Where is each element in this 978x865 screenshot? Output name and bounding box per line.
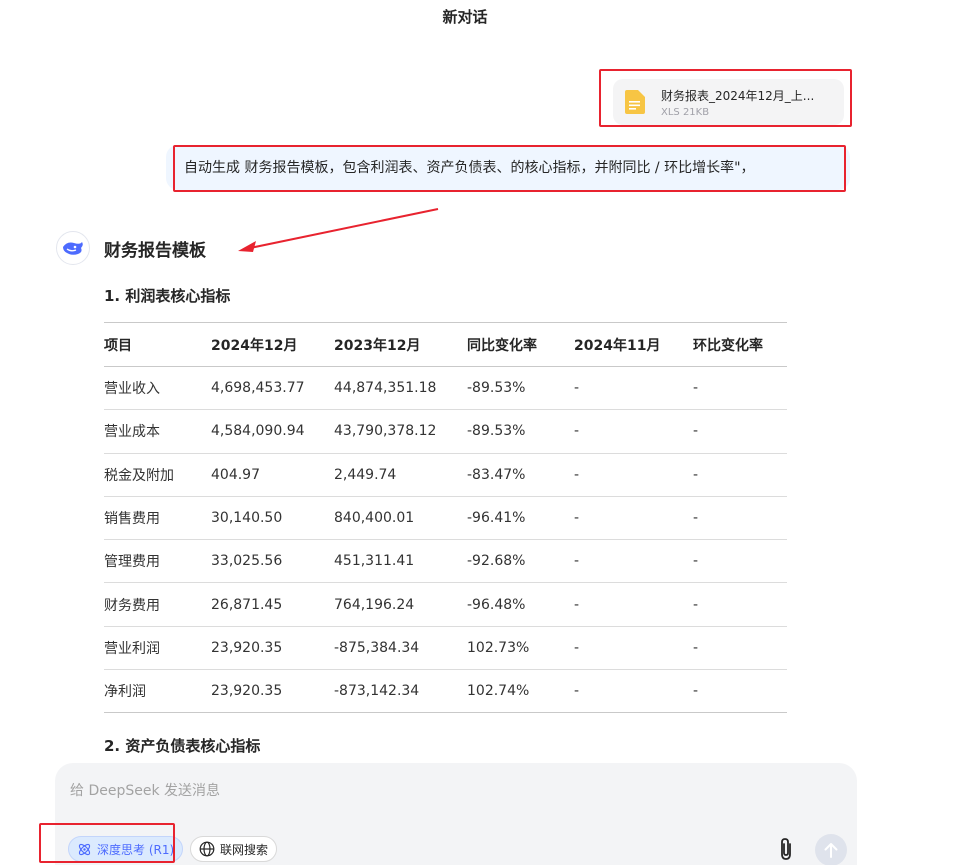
table-header-cell: 2024年11月 [574, 322, 693, 367]
table-cell: 管理费用 [104, 539, 211, 584]
table-cell: 43,790,378.12 [334, 409, 467, 454]
table-cell: 102.73% [467, 626, 574, 671]
table-cell: 税金及附加 [104, 453, 211, 497]
table-cell: 销售费用 [104, 496, 211, 541]
table-cell: 102.74% [467, 669, 574, 714]
table-cell: 财务费用 [104, 582, 211, 627]
table-cell: - [693, 366, 787, 411]
table-cell: 营业成本 [104, 409, 211, 454]
table-cell: -96.41% [467, 496, 574, 541]
table-cell: - [693, 539, 787, 584]
send-button[interactable] [815, 834, 847, 865]
annotation-box-deep-think [39, 823, 175, 863]
table-cell: - [574, 409, 693, 454]
table-cell: 4,698,453.77 [211, 366, 334, 411]
table-cell: -89.53% [467, 409, 574, 454]
annotation-box-user-message [173, 145, 846, 192]
deepseek-whale-icon [63, 242, 83, 255]
table-cell: 33,025.56 [211, 539, 334, 584]
table-row: 营业收入 4,698,453.77 44,874,351.18 -89.53% … [104, 366, 787, 411]
table-cell: -873,142.34 [334, 669, 467, 714]
paperclip-icon[interactable] [777, 837, 795, 861]
table-header-cell: 项目 [104, 322, 211, 367]
table-header-cell: 同比变化率 [467, 322, 574, 367]
table-cell: - [693, 453, 787, 497]
table-cell: - [693, 409, 787, 454]
table-header-cell: 2024年12月 [211, 322, 334, 367]
table-cell: 2,449.74 [334, 453, 467, 497]
table-cell: 30,140.50 [211, 496, 334, 541]
table-cell: 净利润 [104, 669, 211, 714]
income-statement-table: 项目 2024年12月 2023年12月 同比变化率 2024年11月 环比变化… [104, 322, 787, 714]
section-heading-balance-sheet: 2. 资产负债表核心指标 [104, 737, 261, 755]
arrow-up-icon [824, 843, 838, 858]
table-cell: 4,584,090.94 [211, 409, 334, 454]
table-cell: 26,871.45 [211, 582, 334, 627]
table-cell: 840,400.01 [334, 496, 467, 541]
web-search-toggle[interactable]: 联网搜索 [190, 836, 278, 862]
table-cell: -875,384.34 [334, 626, 467, 671]
table-row: 净利润 23,920.35 -873,142.34 102.74% - - [104, 669, 787, 714]
table-row: 营业利润 23,920.35 -875,384.34 102.73% - - [104, 626, 787, 671]
table-header-cell: 2023年12月 [334, 322, 467, 367]
table-cell: - [574, 453, 693, 497]
table-cell: 404.97 [211, 453, 334, 497]
table-header-cell: 环比变化率 [693, 322, 787, 367]
table-header-row: 项目 2024年12月 2023年12月 同比变化率 2024年11月 环比变化… [104, 322, 787, 367]
table-row: 税金及附加 404.97 2,449.74 -83.47% - - [104, 453, 787, 497]
web-search-label: 联网搜索 [220, 842, 269, 857]
table-cell: 营业收入 [104, 366, 211, 411]
table-row: 销售费用 30,140.50 840,400.01 -96.41% - - [104, 496, 787, 541]
response-title: 财务报告模板 [104, 241, 206, 261]
table-cell: - [574, 366, 693, 411]
table-cell: - [574, 582, 693, 627]
table-row: 营业成本 4,584,090.94 43,790,378.12 -89.53% … [104, 409, 787, 454]
table-cell: -96.48% [467, 582, 574, 627]
message-input[interactable]: 给 DeepSeek 发送消息 [70, 780, 220, 800]
table-cell: - [574, 626, 693, 671]
table-cell: 23,920.35 [211, 626, 334, 671]
table-row: 管理费用 33,025.56 451,311.41 -92.68% - - [104, 539, 787, 584]
section-heading-income: 1. 利润表核心指标 [104, 287, 231, 305]
table-cell: 451,311.41 [334, 539, 467, 584]
assistant-avatar [56, 231, 90, 265]
table-cell: 44,874,351.18 [334, 366, 467, 411]
table-cell: - [574, 496, 693, 541]
conversation-title: 新对话 [442, 8, 488, 26]
message-composer[interactable]: 给 DeepSeek 发送消息 深度思考 (R1) 联网搜索 [55, 763, 857, 865]
table-cell: -89.53% [467, 366, 574, 411]
table-cell: - [574, 539, 693, 584]
table-cell: - [693, 496, 787, 541]
table-cell: 营业利润 [104, 626, 211, 671]
table-row: 财务费用 26,871.45 764,196.24 -96.48% - - [104, 582, 787, 627]
table-cell: - [693, 582, 787, 627]
table-cell: - [693, 626, 787, 671]
table-cell: 764,196.24 [334, 582, 467, 627]
table-cell: - [693, 669, 787, 714]
table-cell: 23,920.35 [211, 669, 334, 714]
table-cell: -92.68% [467, 539, 574, 584]
table-cell: -83.47% [467, 453, 574, 497]
annotation-box-attachment [599, 69, 852, 127]
globe-icon [199, 841, 215, 857]
table-cell: - [574, 669, 693, 714]
